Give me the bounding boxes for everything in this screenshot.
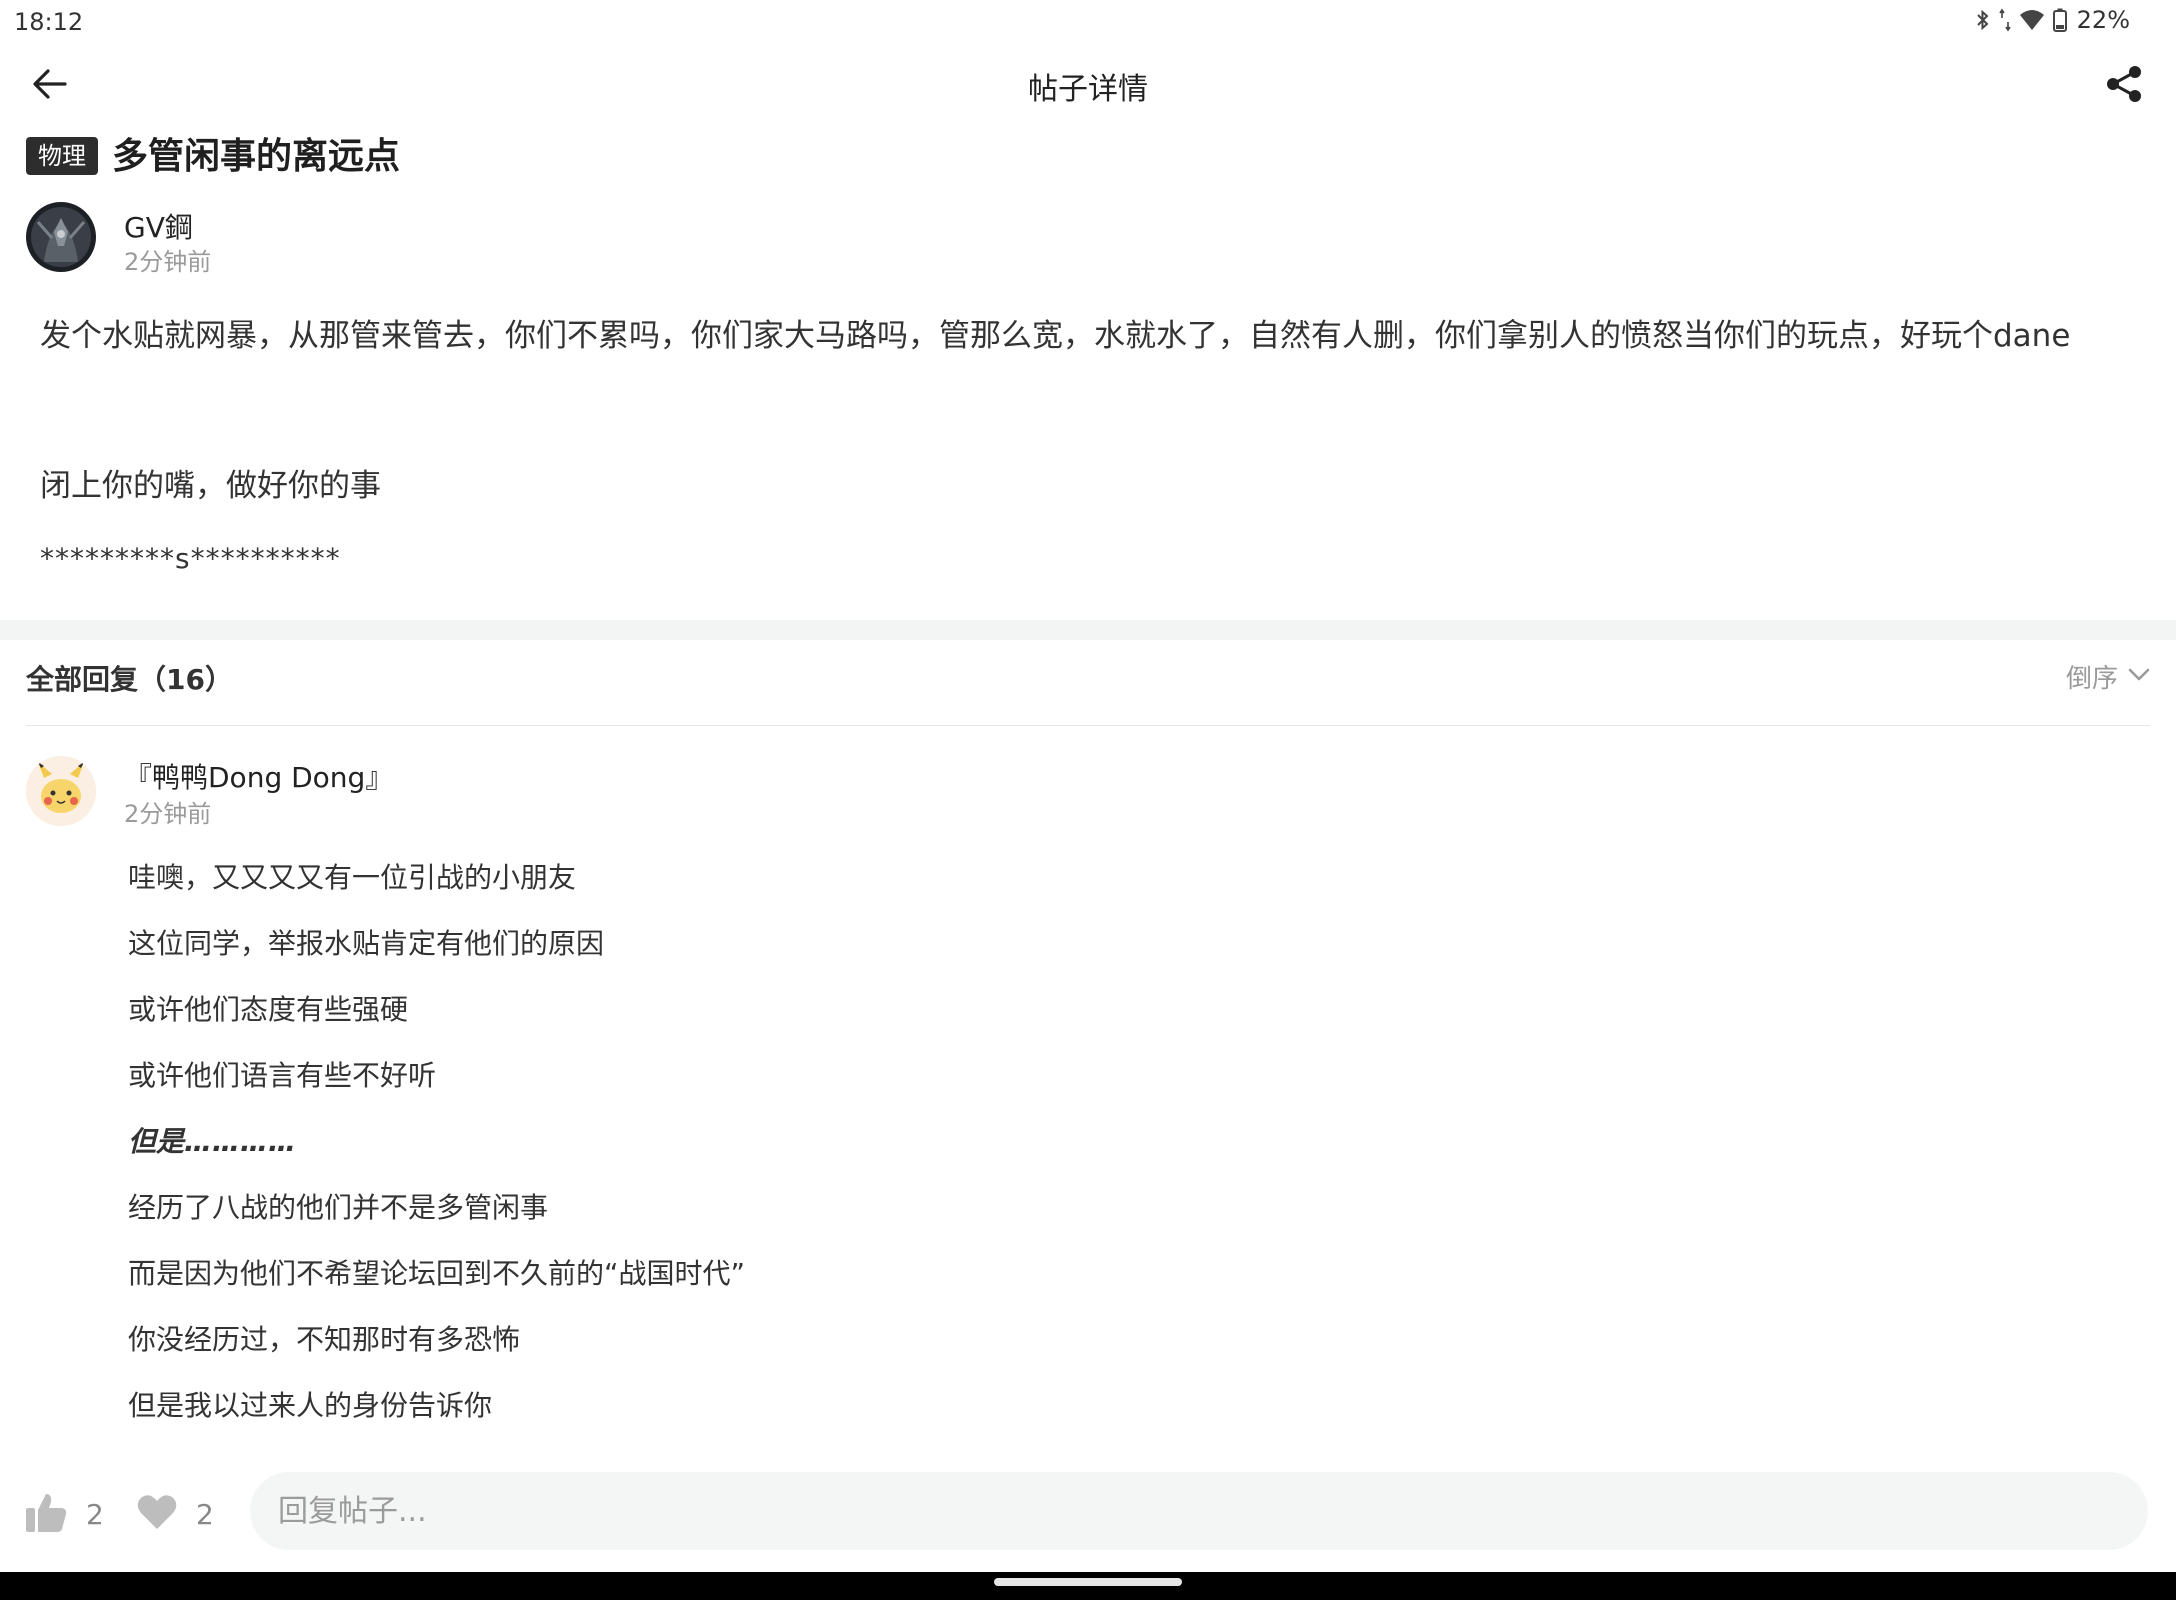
sort-order-button[interactable]: 倒序 [2066,654,2150,698]
share-icon [2106,65,2142,107]
favorite-button[interactable]: 2 [136,1486,214,1542]
reply-line: 但是我以过来人的身份告诉你 [128,1389,493,1422]
post-paragraph: *********s********** [40,542,341,575]
share-button[interactable] [2096,58,2152,114]
reply-avatar[interactable] [26,756,96,826]
replies-header: 全部回复（16） 倒序 [26,640,2150,726]
reply-line: 或许他们语言有些不好听 [128,1059,437,1092]
reply-line-emphasis: 但是………… [128,1125,297,1158]
post-paragraph: 发个水贴就网暴，从那管来管去，你们不累吗，你们家大马路吗，管那么宽，水就水了，自… [40,318,2071,354]
system-nav-bar [0,1572,2176,1600]
reply-input[interactable] [250,1472,2148,1550]
reply-line: 经历了八战的他们并不是多管闲事 [128,1191,549,1224]
status-bar: 18:12 22% [0,0,2176,44]
post-time: 2分钟前 [124,248,212,276]
app-root: 18:12 22% 帖子详情 物理 多管闲事的离远点 GV鋼 2分钟前 发个水贴… [0,0,2176,1600]
reply-line: 或许他们态度有些强硬 [128,993,409,1026]
post-title-row: 物理 多管闲事的离远点 [26,128,400,178]
wifi-icon [2019,9,2045,31]
bottom-action-bar: 2 2 [0,1472,2176,1572]
reply-line: 你没经历过，不知那时有多恐怖 [128,1323,521,1356]
section-divider [0,620,2176,640]
author-name[interactable]: GV鋼 [124,206,193,246]
status-time: 18:12 [14,8,84,36]
battery-icon [2052,8,2067,32]
sort-label: 倒序 [2065,663,2118,694]
post-paragraph: 闭上你的嘴，做好你的事 [40,468,381,504]
heart-icon [136,1493,178,1535]
reply-line: 这位同学，举报水贴肯定有他们的原因 [128,927,605,960]
chevron-down-icon [2128,667,2150,686]
reply-line: 哇噢，又又又又有一位引战的小朋友 [128,861,577,894]
author-avatar[interactable] [26,202,96,272]
reply-time: 2分钟前 [124,800,212,828]
top-app-bar: 帖子详情 [0,44,2176,124]
home-gesture-handle[interactable] [994,1578,1182,1586]
page-title: 帖子详情 [1028,72,1148,107]
reply-author-name[interactable]: 『鸭鸭Dong Dong』 [124,756,393,796]
bluetooth-icon [1975,8,1991,32]
like-count: 2 [86,1497,104,1531]
favorite-count: 2 [196,1497,214,1531]
replies-count-title: 全部回复（16） [26,663,233,696]
data-arrows-icon [1998,8,2011,32]
reply-line: 而是因为他们不希望论坛回到不久前的“战国时代” [128,1257,746,1290]
status-icons: 22% [1975,6,2130,34]
thumbs-up-icon [24,1490,68,1538]
post-author: GV鋼 2分钟前 [26,202,626,276]
battery-percent: 22% [2076,6,2130,34]
category-tag[interactable]: 物理 [26,137,98,175]
post-title: 多管闲事的离远点 [112,136,401,177]
like-button[interactable]: 2 [24,1486,104,1542]
